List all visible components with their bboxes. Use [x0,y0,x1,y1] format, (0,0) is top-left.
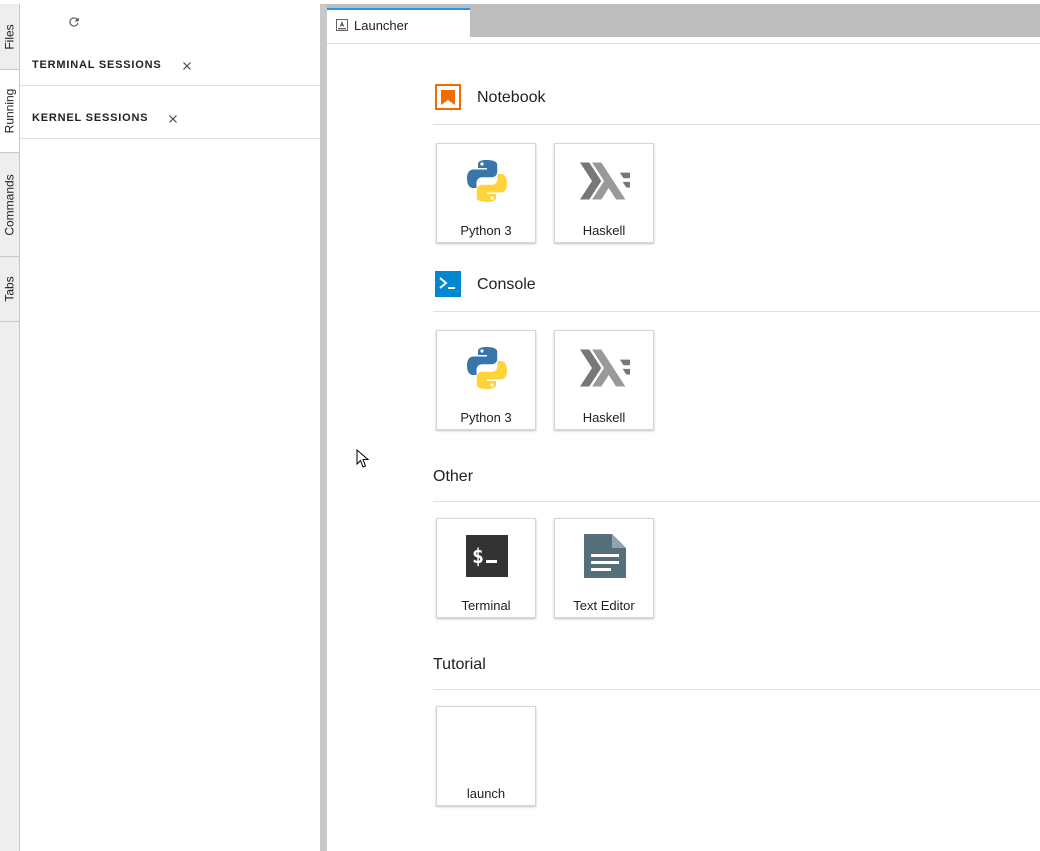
other-section-header: Other [433,461,1040,502]
close-kernel-sessions-icon[interactable] [166,112,180,126]
card-label: Python 3 [460,410,512,425]
console-icon [435,271,461,297]
refresh-icon [69,17,79,27]
tutorial-launch-card[interactable]: launch [436,706,536,806]
tab-running-label: Running [2,88,17,134]
python-logo-icon [462,343,512,393]
tab-launcher[interactable]: Launcher [327,8,470,40]
tab-files-label: Files [2,23,17,50]
haskell-logo-icon [580,343,630,393]
refresh-button[interactable] [64,12,84,32]
console-python3-card[interactable]: Python 3 [436,330,536,430]
panel-splitter[interactable] [320,4,327,851]
card-label: Haskell [582,410,626,425]
launcher-icon [336,19,348,31]
close-terminal-sessions-icon[interactable] [180,59,194,73]
left-tab-bar: Files Running Commands Tabs [0,4,20,851]
terminal-sessions-section: TERMINAL SESSIONS [20,33,320,86]
console-section-header: Console [433,271,1040,312]
text-file-icon [580,531,630,581]
console-section-title: Console [477,276,536,293]
svg-text:$: $ [472,544,484,568]
notebook-haskell-card[interactable]: Haskell [554,143,654,243]
tab-tabs-label: Tabs [2,276,17,302]
document-tab-bar: Launcher [327,4,1040,40]
haskell-logo-icon [580,156,630,206]
tab-tabs[interactable]: Tabs [0,257,19,322]
card-label: Python 3 [460,223,512,238]
kernel-sessions-title: KERNEL SESSIONS [32,112,149,124]
notebook-python3-card[interactable]: Python 3 [436,143,536,243]
card-label: Text Editor [573,598,635,613]
running-sessions-panel: TERMINAL SESSIONS KERNEL SESSIONS [20,4,320,851]
text-editor-card[interactable]: Text Editor [554,518,654,618]
tab-commands-label: Commands [2,173,17,236]
tab-launcher-label: Launcher [354,17,409,33]
mouse-cursor-icon [356,449,370,468]
terminal-sessions-title: TERMINAL SESSIONS [32,59,162,71]
tab-underline [327,43,1040,44]
kernel-sessions-section: KERNEL SESSIONS [20,86,320,139]
tutorial-section-header: Tutorial [433,649,1040,690]
notebook-icon [435,84,461,110]
other-section-title: Other [433,468,474,485]
tutorial-section-title: Tutorial [433,656,486,673]
notebook-section-header: Notebook [433,84,1040,125]
card-label: launch [466,786,506,801]
terminal-icon: $ [462,531,512,581]
tab-files[interactable]: Files [0,4,19,70]
notebook-section-title: Notebook [477,89,546,106]
terminal-card[interactable]: $ Terminal [436,518,536,618]
python-logo-icon [462,156,512,206]
tab-commands[interactable]: Commands [0,153,19,257]
tab-running[interactable]: Running [0,70,19,153]
card-label: Terminal [461,598,511,613]
console-haskell-card[interactable]: Haskell [554,330,654,430]
main-area: Launcher Notebook Python 3 Haskell Conso… [327,4,1040,851]
card-label: Haskell [582,223,626,238]
